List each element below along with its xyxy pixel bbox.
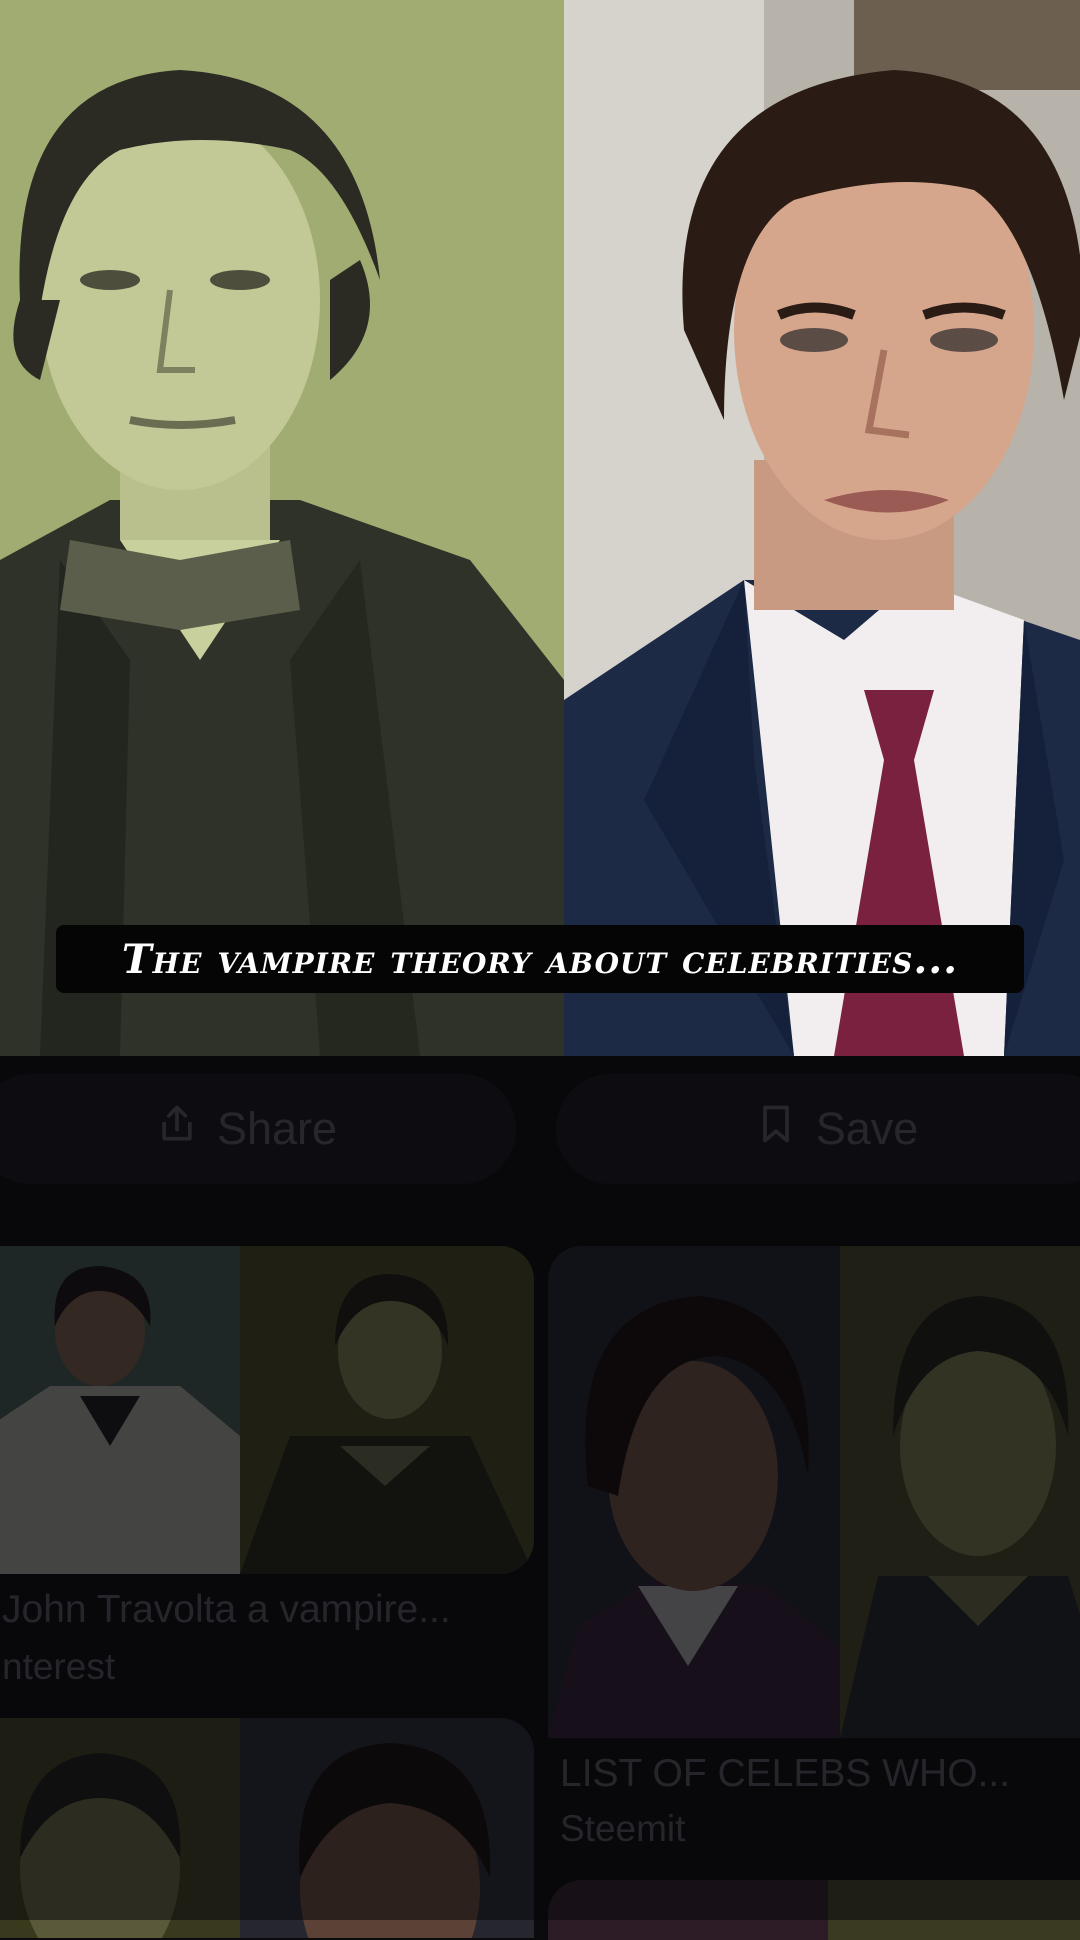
- pin-image[interactable]: The vampire theory about celebrities...: [0, 0, 1080, 1056]
- related-pin-image[interactable]: [0, 1246, 534, 1574]
- related-pin-image[interactable]: [0, 1718, 534, 1938]
- related-pin-image[interactable]: [548, 1246, 1080, 1738]
- vintage-portrait-photo: [0, 0, 564, 1056]
- related-pin-source[interactable]: Steemit: [560, 1808, 685, 1850]
- related-pin-image[interactable]: [548, 1880, 1080, 1940]
- share-icon: [155, 1102, 199, 1157]
- bookmark-icon: [754, 1102, 798, 1157]
- pin-caption: The vampire theory about celebrities...: [56, 925, 1024, 993]
- related-pin-title[interactable]: LIST OF CELEBS WHO...: [560, 1752, 1010, 1796]
- modern-portrait-photo: [564, 0, 1080, 1056]
- save-label: Save: [815, 1103, 919, 1154]
- share-button[interactable]: Share: [0, 1074, 516, 1184]
- save-button[interactable]: Save: [556, 1074, 1080, 1184]
- related-pin-title[interactable]: John Travolta a vampire...: [2, 1588, 451, 1632]
- share-label: Share: [216, 1103, 338, 1154]
- related-pin-source[interactable]: nterest: [2, 1646, 115, 1688]
